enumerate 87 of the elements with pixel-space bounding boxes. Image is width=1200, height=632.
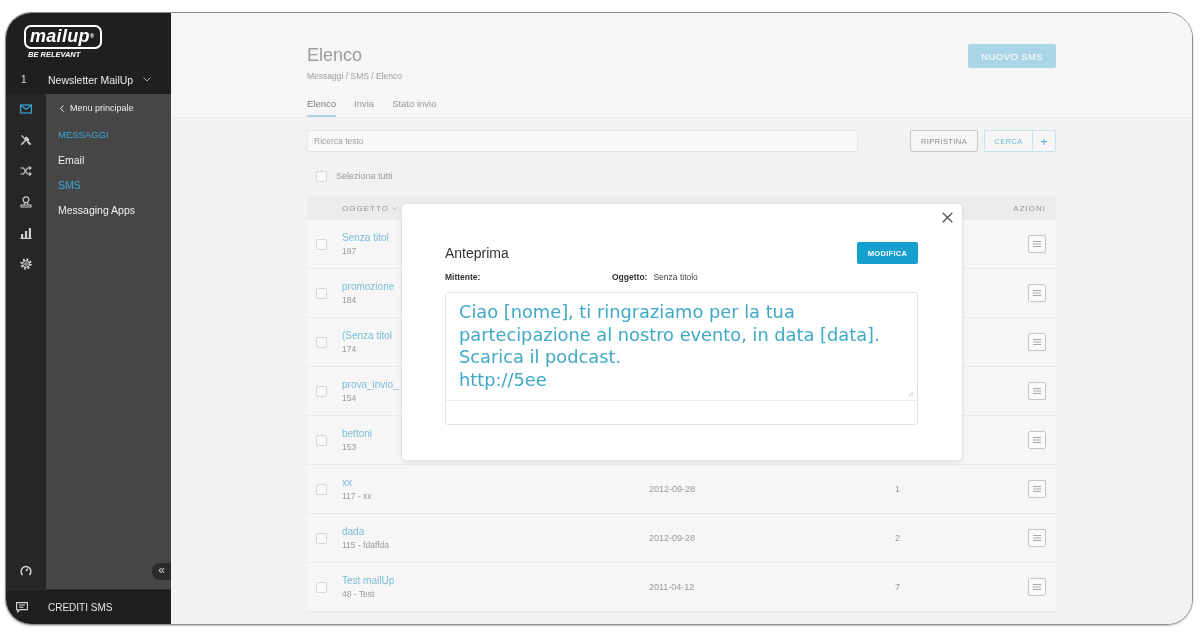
submenu-item[interactable]: Messaging Apps [58, 203, 136, 217]
message-title[interactable]: (Senza titol [342, 330, 393, 341]
actions-button[interactable] [1028, 480, 1046, 498]
column-header[interactable]: OGGETTO [342, 203, 389, 213]
chat-icon [16, 601, 28, 613]
subject-value: Senza titolo [653, 272, 698, 282]
checkbox[interactable] [316, 385, 327, 397]
section-heading: MESSAGGI [58, 128, 109, 142]
message-id: 154 [342, 393, 357, 403]
resize-handle-icon[interactable] [908, 391, 914, 397]
count-cell: 2 [895, 533, 900, 543]
actions-button[interactable] [1028, 431, 1046, 449]
actions-button[interactable] [1028, 235, 1046, 253]
menu-icon [1033, 535, 1041, 541]
checkbox[interactable] [316, 287, 327, 299]
credits-link[interactable]: CREDITI SMS [48, 601, 113, 613]
checkbox[interactable] [316, 170, 327, 182]
back-link[interactable]: Menu principale [60, 101, 134, 115]
sender-label: Mittente: [445, 272, 481, 282]
breadcrumb: Messaggi / SMS / Elenco [307, 71, 402, 81]
tab[interactable]: Invia [354, 98, 375, 117]
message-field[interactable]: Ciao [nome], ti ringraziamo per la tua partecipazione al nostro evento, in data [data]. Scarica il podcast. http://5ee [446, 293, 917, 400]
menu-icon [1033, 388, 1041, 394]
settings-icon[interactable] [20, 258, 32, 270]
bar-chart-icon[interactable] [20, 227, 32, 239]
add-button[interactable]: + [1032, 130, 1056, 152]
shuffle-icon[interactable] [20, 165, 32, 177]
actions-button[interactable] [1028, 382, 1046, 400]
message-title[interactable]: Test mailUp [342, 575, 395, 586]
tab[interactable]: Stato invio [392, 98, 437, 117]
message-title[interactable]: xx [342, 477, 352, 488]
message-id: 117 - xx [342, 491, 372, 501]
column-header: AZIONI [1013, 203, 1046, 213]
count-cell: 1 [895, 484, 900, 494]
collapse-button[interactable]: « [152, 563, 171, 580]
actions-button[interactable] [1028, 529, 1046, 547]
gauge-icon[interactable] [20, 565, 32, 576]
search-field[interactable]: Ricerca testo [307, 130, 858, 152]
menu-icon [1033, 437, 1041, 443]
message-id: 48 - Test [342, 589, 375, 599]
chevron-left-icon [60, 104, 64, 112]
subject-label: Oggetto: [612, 272, 648, 282]
dialog-title: Anteprima [445, 245, 509, 261]
tab[interactable]: Elenco [307, 98, 337, 117]
close-icon [942, 212, 953, 223]
menu-icon [1033, 290, 1041, 296]
menu-icon [1033, 339, 1041, 345]
actions-button[interactable] [1028, 333, 1046, 351]
message-title[interactable]: dada [342, 526, 365, 537]
message-id: 115 - fdaffda [342, 540, 389, 550]
select-all-label[interactable]: Seleziona tutti [336, 171, 393, 181]
actions-button[interactable] [1028, 284, 1046, 302]
checkbox[interactable] [316, 336, 327, 348]
message-id: 184 [342, 295, 357, 305]
checkbox[interactable] [316, 581, 327, 593]
message-title[interactable]: promozione [342, 281, 395, 292]
account-dropdown[interactable]: Newsletter MailUp [48, 73, 152, 86]
message-title[interactable]: Senza titol [342, 232, 389, 243]
message-id: 153 [342, 442, 357, 452]
close-button[interactable] [942, 212, 953, 223]
date-cell: 2012-09-28 [649, 484, 696, 494]
checkbox[interactable] [316, 532, 327, 544]
crossed-tools-icon[interactable] [20, 134, 32, 146]
message-title[interactable]: bettoni [342, 428, 373, 439]
page-title: Elenco [307, 44, 364, 66]
date-cell: 2011-04-12 [649, 582, 695, 592]
checkbox[interactable] [316, 238, 327, 250]
message-title[interactable]: prova_invio_ [342, 379, 399, 390]
checkbox[interactable] [316, 434, 327, 446]
actions-button[interactable] [1028, 578, 1046, 596]
count-cell: 7 [895, 582, 900, 592]
chevron-down-icon [143, 77, 152, 82]
message-id: 197 [342, 246, 357, 256]
date-cell: 2012-09-28 [649, 533, 696, 543]
stamp-icon[interactable] [20, 196, 32, 208]
checkbox[interactable] [316, 483, 327, 495]
menu-icon [1033, 486, 1041, 492]
menu-icon [1033, 241, 1041, 247]
caret-down-icon [391, 206, 397, 210]
new-sms-button[interactable]: NUOVO SMS [968, 44, 1056, 68]
menu-icon [1033, 584, 1041, 590]
account-number: 1 [21, 74, 28, 85]
submenu-item[interactable]: SMS [58, 178, 81, 192]
logo-wordmark: mailup$^{®}$ [24, 25, 102, 49]
message-id: 174 [342, 344, 357, 354]
submenu-item[interactable]: Email [58, 153, 85, 167]
envelope-icon[interactable] [20, 103, 32, 115]
